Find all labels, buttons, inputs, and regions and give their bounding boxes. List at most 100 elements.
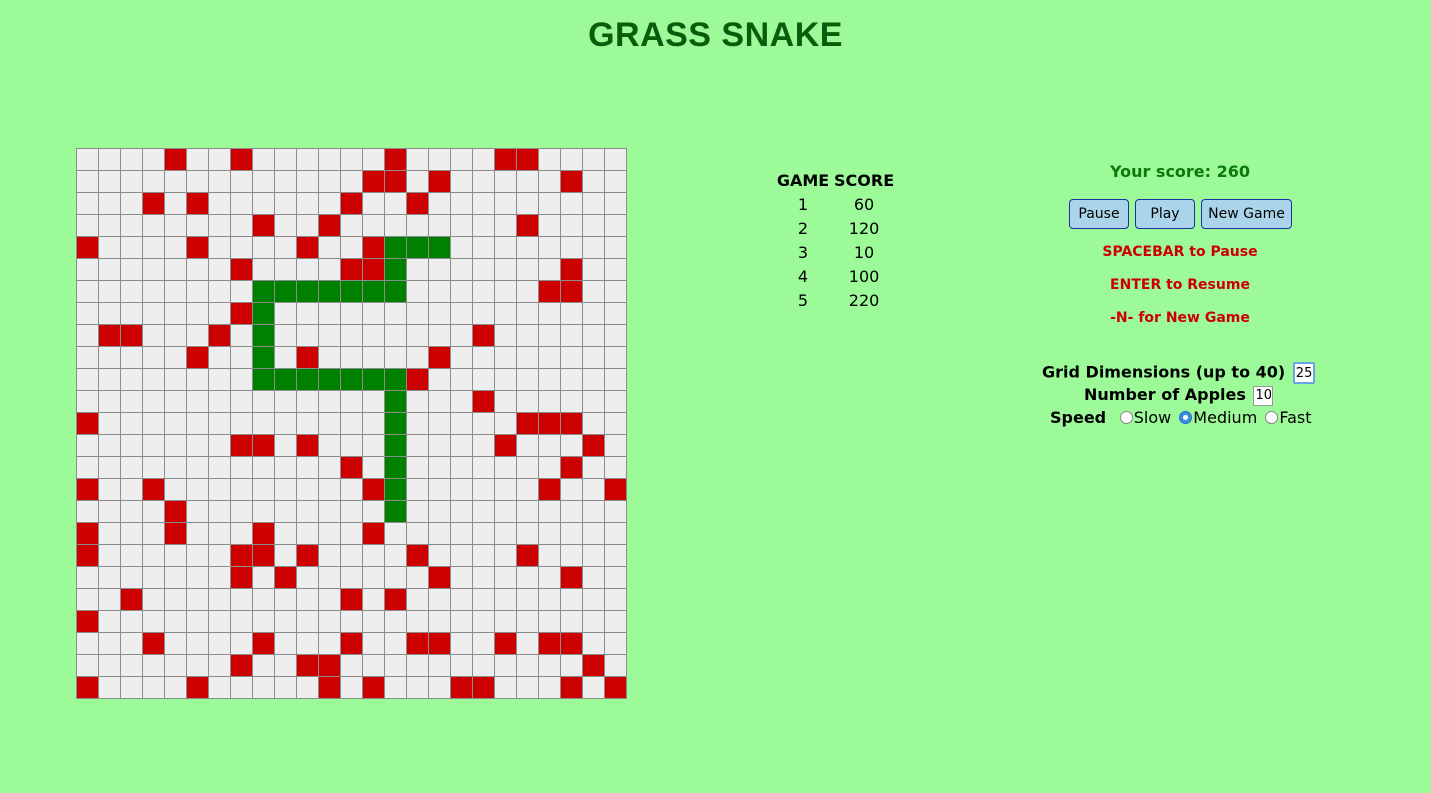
empty-cell (516, 632, 539, 655)
empty-cell (274, 434, 297, 457)
empty-cell (142, 654, 165, 677)
empty-cell (98, 610, 121, 633)
empty-cell (450, 522, 473, 545)
table-row: 5 220 (776, 289, 894, 312)
speed-medium-label[interactable]: Medium (1193, 408, 1257, 427)
empty-cell (230, 236, 253, 259)
empty-cell (318, 588, 341, 611)
empty-cell (428, 478, 451, 501)
empty-cell (274, 456, 297, 479)
empty-cell (538, 192, 561, 215)
number-of-apples-input[interactable] (1253, 385, 1274, 406)
empty-cell (76, 390, 99, 413)
table-row: 2 120 (776, 217, 894, 240)
apple-cell (406, 632, 429, 655)
empty-cell (296, 566, 319, 589)
new-game-button[interactable]: New Game (1201, 199, 1292, 229)
empty-cell (164, 676, 187, 699)
empty-cell (494, 500, 517, 523)
empty-cell (516, 500, 539, 523)
game-score: 220 (848, 291, 880, 310)
speed-slow-label[interactable]: Slow (1134, 408, 1171, 427)
speed-slow-radio[interactable] (1119, 411, 1133, 424)
empty-cell (450, 302, 473, 325)
empty-cell (318, 302, 341, 325)
empty-cell (582, 170, 605, 193)
empty-cell (582, 544, 605, 567)
empty-cell (516, 610, 539, 633)
empty-cell (340, 148, 363, 171)
empty-cell (406, 610, 429, 633)
empty-cell (296, 302, 319, 325)
empty-cell (582, 192, 605, 215)
empty-cell (340, 500, 363, 523)
empty-cell (516, 170, 539, 193)
apple-cell (76, 236, 99, 259)
grid-dimensions-input[interactable] (1292, 362, 1315, 384)
apple-cell (296, 544, 319, 567)
empty-cell (296, 170, 319, 193)
apple-cell (142, 632, 165, 655)
empty-cell (76, 214, 99, 237)
empty-cell (582, 258, 605, 281)
empty-cell (208, 610, 231, 633)
empty-cell (318, 148, 341, 171)
table-row: 4 100 (776, 265, 894, 288)
empty-cell (186, 302, 209, 325)
pause-button[interactable]: Pause (1069, 199, 1129, 229)
empty-cell (450, 258, 473, 281)
game-board[interactable] (76, 148, 627, 699)
empty-cell (98, 544, 121, 567)
empty-cell (274, 192, 297, 215)
empty-cell (362, 390, 385, 413)
play-button[interactable]: Play (1135, 199, 1195, 229)
empty-cell (472, 566, 495, 589)
empty-cell (164, 280, 187, 303)
empty-cell (208, 456, 231, 479)
empty-cell (76, 456, 99, 479)
empty-cell (120, 170, 143, 193)
empty-cell (274, 610, 297, 633)
snake-segment (296, 368, 319, 391)
apple-cell (76, 412, 99, 435)
empty-cell (538, 522, 561, 545)
empty-cell (428, 368, 451, 391)
speed-fast-radio[interactable] (1265, 411, 1279, 424)
empty-cell (516, 258, 539, 281)
empty-cell (142, 676, 165, 699)
empty-cell (582, 478, 605, 501)
empty-cell (582, 214, 605, 237)
empty-cell (406, 170, 429, 193)
speed-medium-radio[interactable] (1179, 411, 1193, 424)
empty-cell (208, 236, 231, 259)
snake-segment (384, 236, 407, 259)
empty-cell (318, 478, 341, 501)
game-number: 4 (797, 267, 809, 286)
empty-cell (142, 588, 165, 611)
empty-cell (340, 236, 363, 259)
empty-cell (120, 148, 143, 171)
resume-hint: ENTER to Resume (1110, 277, 1250, 293)
empty-cell (230, 500, 253, 523)
empty-cell (142, 456, 165, 479)
empty-cell (582, 390, 605, 413)
game-column-header: GAME (776, 171, 830, 190)
apple-cell (340, 258, 363, 281)
empty-cell (186, 632, 209, 655)
apple-cell (186, 236, 209, 259)
empty-cell (604, 280, 627, 303)
empty-cell (186, 390, 209, 413)
snake-segment (384, 456, 407, 479)
empty-cell (274, 390, 297, 413)
empty-cell (340, 610, 363, 633)
speed-fast-label[interactable]: Fast (1279, 408, 1311, 427)
empty-cell (208, 214, 231, 237)
empty-cell (604, 302, 627, 325)
empty-cell (76, 302, 99, 325)
empty-cell (472, 456, 495, 479)
empty-cell (494, 368, 517, 391)
apple-cell (230, 148, 253, 171)
empty-cell (318, 610, 341, 633)
empty-cell (406, 478, 429, 501)
empty-cell (252, 478, 275, 501)
